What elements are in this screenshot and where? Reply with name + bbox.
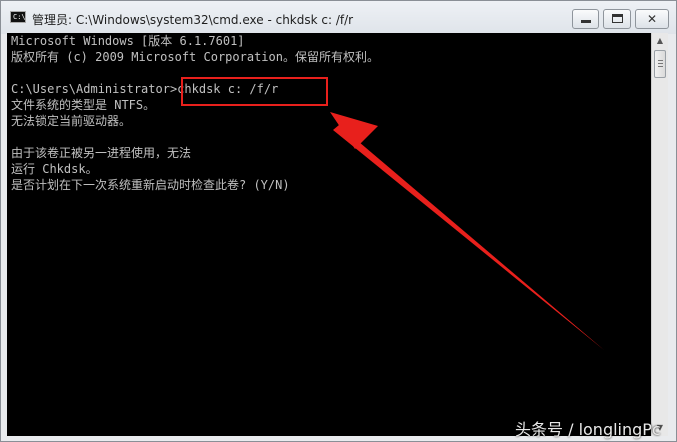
annotation-arrow-icon xyxy=(330,112,604,350)
watermark: 头条号 / longlingPc xyxy=(515,420,661,439)
